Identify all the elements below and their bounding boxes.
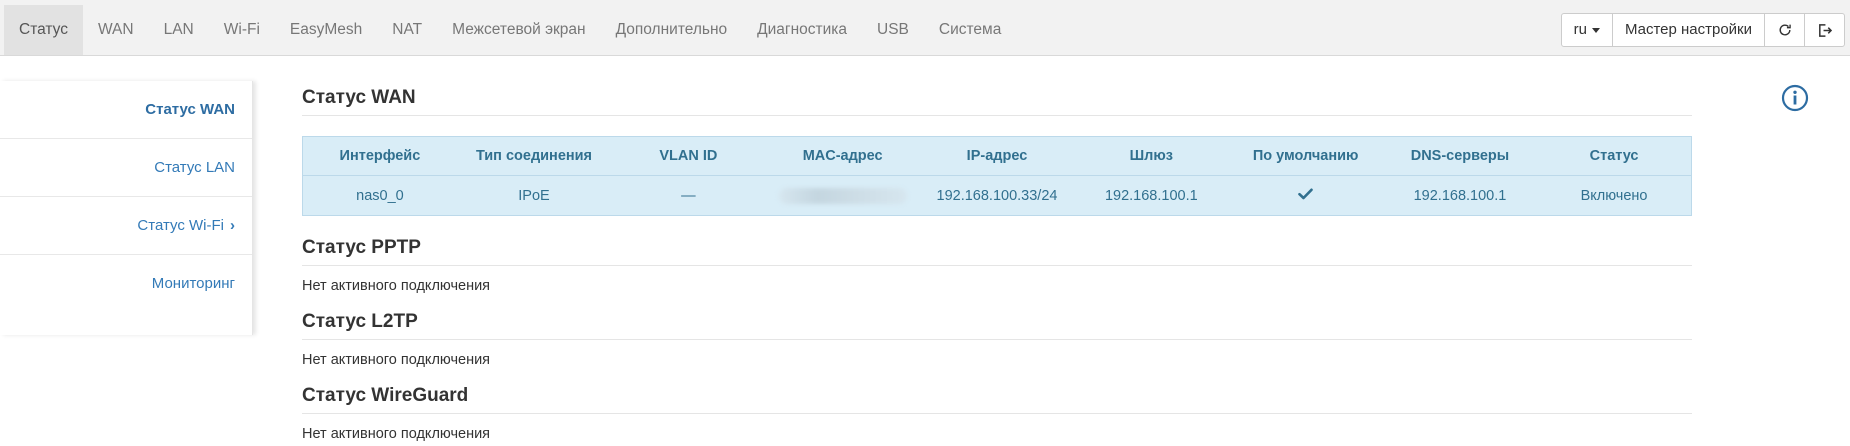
section-title-wan: Статус WAN: [302, 84, 1692, 116]
tab-firewall[interactable]: Межсетевой экран: [437, 5, 600, 55]
section-title-wireguard: Статус WireGuard: [302, 382, 1692, 414]
column-header: MAC-адрес: [765, 136, 920, 176]
column-header: IP-адрес: [919, 136, 1075, 176]
cell-ip-address: 192.168.100.33/24: [919, 175, 1075, 216]
cell-default: [1228, 175, 1383, 216]
main-tabs: Статус WAN LAN Wi-Fi EasyMesh NAT Межсет…: [4, 5, 1016, 55]
table-row: nas0_0 IPoE — 192.168.100.33/24 192.168.…: [302, 175, 1692, 216]
column-header: Интерфейс: [302, 136, 457, 176]
tab-nat[interactable]: NAT: [377, 5, 437, 55]
sidebar-item-monitoring[interactable]: Мониторинг: [0, 255, 252, 313]
tab-lan[interactable]: LAN: [149, 5, 209, 55]
column-header: Шлюз: [1074, 136, 1229, 176]
tab-diagnostics[interactable]: Диагностика: [742, 5, 862, 55]
cell-dns-servers: 192.168.100.1: [1382, 175, 1538, 216]
toolbar-right: ru Мастер настройки: [1560, 13, 1845, 47]
column-header: DNS-серверы: [1382, 136, 1538, 176]
cell-mac-address: [765, 175, 920, 216]
chevron-right-icon: ›: [230, 217, 235, 234]
sidebar: Статус WAN Статус LAN Статус Wi-Fi › Мони…: [0, 81, 253, 335]
cell-interface: nas0_0: [302, 175, 457, 216]
refresh-button[interactable]: [1764, 14, 1804, 46]
caret-down-icon: [1591, 27, 1600, 33]
section-title-pptp: Статус PPTP: [302, 234, 1692, 266]
cell-vlan-id: —: [611, 175, 766, 216]
sidebar-item-label: Статус Wi-Fi: [137, 217, 224, 234]
column-header: Статус: [1537, 136, 1692, 176]
tab-wifi[interactable]: Wi-Fi: [209, 5, 275, 55]
section-title-l2tp: Статус L2TP: [302, 308, 1692, 340]
sidebar-item-lan-status[interactable]: Статус LAN: [0, 139, 252, 197]
check-icon: [1298, 188, 1313, 199]
language-label: ru: [1573, 21, 1587, 38]
wan-status-table: Интерфейс Тип соединения VLAN ID MAC-адр…: [302, 136, 1692, 216]
main-content: Статус WAN Интерфейс Тип соединения VLAN…: [302, 84, 1692, 446]
pptp-status-text: Нет активного подключения: [302, 278, 491, 294]
top-navbar: Статус WAN LAN Wi-Fi EasyMesh NAT Межсет…: [0, 0, 1850, 56]
cell-gateway: 192.168.100.1: [1074, 175, 1229, 216]
tab-wan[interactable]: WAN: [83, 5, 149, 55]
refresh-icon: [1779, 24, 1791, 36]
tab-usb[interactable]: USB: [862, 5, 924, 55]
logout-button[interactable]: [1804, 14, 1844, 46]
mac-address-blurred: [778, 187, 907, 204]
column-header: Тип соединения: [456, 136, 612, 176]
column-header: По умолчанию: [1228, 136, 1383, 176]
cell-connection-type: IPoE: [456, 175, 612, 216]
info-icon[interactable]: [1781, 84, 1809, 112]
cell-status: Включено: [1537, 175, 1692, 216]
sidebar-item-wan-status[interactable]: Статус WAN: [0, 81, 252, 139]
tab-advanced[interactable]: Дополнительно: [601, 5, 743, 55]
sidebar-item-wifi-status[interactable]: Статус Wi-Fi ›: [0, 197, 252, 255]
setup-wizard-button[interactable]: Мастер настройки: [1611, 14, 1764, 46]
wireguard-status-text: Нет активного подключения: [302, 426, 491, 442]
tab-easymesh[interactable]: EasyMesh: [275, 5, 377, 55]
table-header-row: Интерфейс Тип соединения VLAN ID MAC-адр…: [302, 136, 1692, 176]
l2tp-status-text: Нет активного подключения: [302, 352, 491, 368]
language-dropdown[interactable]: ru: [1562, 14, 1612, 46]
column-header: VLAN ID: [611, 136, 766, 176]
tab-system[interactable]: Система: [924, 5, 1016, 55]
tab-status[interactable]: Статус: [4, 5, 83, 55]
logout-icon: [1819, 23, 1832, 37]
